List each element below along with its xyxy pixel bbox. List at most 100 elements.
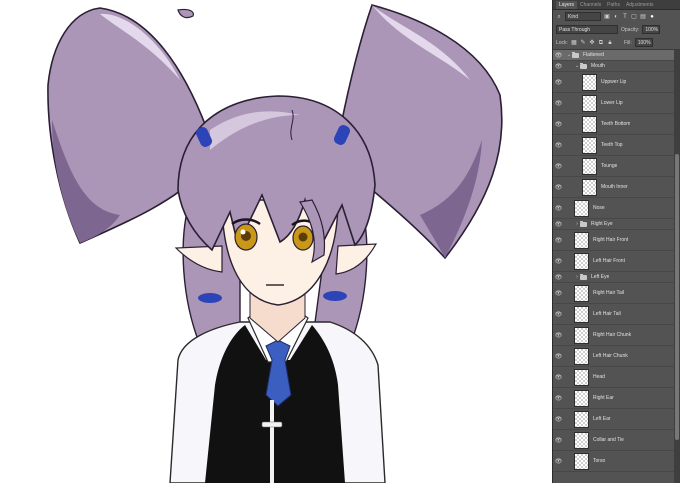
layer-thumbnail[interactable] <box>574 410 589 428</box>
layer-name[interactable]: Mouth <box>591 63 605 69</box>
shape-filter-icon[interactable]: ▢ <box>631 14 637 20</box>
eye-icon[interactable]: 👁︎ <box>553 205 564 212</box>
layer-thumbnail[interactable] <box>582 178 597 196</box>
tab-paths[interactable]: Paths <box>604 1 623 9</box>
layer-row[interactable]: 👁︎ Right Hair Chunk <box>553 325 674 346</box>
layer-group-row[interactable]: 👁︎ ⌄ Mouth <box>553 61 674 72</box>
layer-thumbnail[interactable] <box>574 431 589 449</box>
eye-icon[interactable]: 👁︎ <box>553 79 564 86</box>
layer-row[interactable]: 👁︎ Teeth Bottom <box>553 114 674 135</box>
eye-icon[interactable]: 👁︎ <box>553 395 564 402</box>
layer-row[interactable]: 👁︎ Left Ear <box>553 409 674 430</box>
layer-name[interactable]: Mouth Inner <box>601 184 628 190</box>
layer-row[interactable]: 👁︎ Right Hair Tail <box>553 283 674 304</box>
layer-row[interactable]: 👁︎ Mouth Inner <box>553 177 674 198</box>
layer-row[interactable]: 👁︎ Head <box>553 367 674 388</box>
layer-row[interactable]: 👁︎ Tounge <box>553 156 674 177</box>
layer-name[interactable]: Left Hair Front <box>593 258 625 264</box>
eye-icon[interactable]: 👁︎ <box>553 184 564 191</box>
layer-name[interactable]: Left Ear <box>593 416 611 422</box>
layer-thumbnail[interactable] <box>582 136 597 154</box>
layer-group-row[interactable]: 👁︎ › Right Eye <box>553 219 674 230</box>
eye-icon[interactable]: 👁︎ <box>553 100 564 107</box>
eye-icon[interactable]: 👁︎ <box>553 221 564 228</box>
layer-thumbnail[interactable] <box>574 284 589 302</box>
eye-icon[interactable]: 👁︎ <box>553 63 564 70</box>
layer-name[interactable]: Right Eye <box>591 221 613 227</box>
layer-name[interactable]: Left Hair Chunk <box>593 353 628 359</box>
opacity-input[interactable]: 100% <box>642 25 661 34</box>
layer-thumbnail[interactable] <box>574 305 589 323</box>
eye-icon[interactable]: 👁︎ <box>553 163 564 170</box>
layer-name[interactable]: Tounge <box>601 163 617 169</box>
layer-thumbnail[interactable] <box>574 199 589 217</box>
layer-row[interactable]: 👁︎ Right Ear <box>553 388 674 409</box>
layer-name[interactable]: Right Hair Front <box>593 237 628 243</box>
layer-thumbnail[interactable] <box>582 115 597 133</box>
layer-row[interactable]: 👁︎ Left Hair Front <box>553 251 674 272</box>
eye-icon[interactable]: 👁︎ <box>553 258 564 265</box>
layer-thumbnail[interactable] <box>574 326 589 344</box>
layer-row[interactable]: 👁︎ Collar and Tie <box>553 430 674 451</box>
layer-name[interactable]: Teeth Top <box>601 142 623 148</box>
smart-object-filter-icon[interactable]: ▤ <box>640 14 646 20</box>
layer-name[interactable]: Left Hair Tail <box>593 311 621 317</box>
layer-group-row[interactable]: 👁︎ › Left Eye <box>553 272 674 283</box>
layer-name[interactable]: Torso <box>593 458 605 464</box>
eye-icon[interactable]: 👁︎ <box>553 353 564 360</box>
filter-toggle-icon[interactable]: ● <box>649 14 655 20</box>
layer-thumbnail[interactable] <box>574 452 589 470</box>
eye-icon[interactable]: 👁︎ <box>553 437 564 444</box>
blend-mode-select[interactable]: Pass Through <box>556 25 618 34</box>
artboard-lock-icon[interactable]: ⧉ <box>598 40 604 46</box>
kind-filter-select[interactable]: Kind <box>565 12 601 21</box>
layer-thumbnail[interactable] <box>574 252 589 270</box>
eye-icon[interactable]: 👁︎ <box>553 290 564 297</box>
layer-thumbnail[interactable] <box>574 389 589 407</box>
layer-group-row[interactable]: 👁︎ ⌄ Flattened <box>553 50 674 61</box>
tab-adjustments[interactable]: Adjustments <box>623 1 657 9</box>
layer-name[interactable]: Right Hair Chunk <box>593 332 631 338</box>
eye-icon[interactable]: 👁︎ <box>553 121 564 128</box>
adjustment-filter-icon[interactable]: ◐ <box>613 14 619 20</box>
eye-icon[interactable]: 👁︎ <box>553 332 564 339</box>
tab-channels[interactable]: Channels <box>577 1 604 9</box>
eye-icon[interactable]: 👁︎ <box>553 237 564 244</box>
layer-thumbnail[interactable] <box>574 231 589 249</box>
layer-thumbnail[interactable] <box>582 73 597 91</box>
layer-name[interactable]: Collar and Tie <box>593 437 624 443</box>
layer-thumbnail[interactable] <box>582 94 597 112</box>
layer-row[interactable]: 👁︎ Torso <box>553 451 674 472</box>
layer-name[interactable]: Teeth Bottom <box>601 121 630 127</box>
layer-name[interactable]: Right Hair Tail <box>593 290 624 296</box>
layer-thumbnail[interactable] <box>574 347 589 365</box>
tab-layers[interactable]: Layers <box>556 1 578 9</box>
eye-icon[interactable]: 👁︎ <box>553 374 564 381</box>
eye-icon[interactable]: 👁︎ <box>553 458 564 465</box>
layer-row[interactable]: 👁︎ Teeth Top <box>553 135 674 156</box>
type-filter-icon[interactable]: T <box>622 14 628 20</box>
layer-name[interactable]: Flattened <box>583 52 604 58</box>
layer-name[interactable]: Nose <box>593 205 605 211</box>
lock-image-icon[interactable]: ✎ <box>580 40 586 46</box>
eye-icon[interactable]: 👁︎ <box>553 416 564 423</box>
layer-row[interactable]: 👁︎ Nose <box>553 198 674 219</box>
layer-row[interactable]: 👁︎ Uppwer Lip <box>553 72 674 93</box>
layer-name[interactable]: Left Eye <box>591 274 609 280</box>
eye-icon[interactable]: 👁︎ <box>553 142 564 149</box>
layer-name[interactable]: Uppwer Lip <box>601 79 626 85</box>
layer-row[interactable]: 👁︎ Lower Lip <box>553 93 674 114</box>
layer-name[interactable]: Head <box>593 374 605 380</box>
eye-icon[interactable]: 👁︎ <box>553 311 564 318</box>
layer-name[interactable]: Lower Lip <box>601 100 623 106</box>
layer-row[interactable]: 👁︎ Left Hair Chunk <box>553 346 674 367</box>
lock-transparent-icon[interactable]: ▦ <box>571 40 577 46</box>
fill-input[interactable]: 100% <box>634 38 653 47</box>
eye-icon[interactable]: 👁︎ <box>553 52 564 59</box>
layer-thumbnail[interactable] <box>574 368 589 386</box>
pixel-filter-icon[interactable]: ▣ <box>604 14 610 20</box>
layer-row[interactable]: 👁︎ Left Hair Tail <box>553 304 674 325</box>
layer-row[interactable]: 👁︎ Right Hair Front <box>553 230 674 251</box>
lock-all-icon[interactable]: 🔒︎ <box>607 40 613 46</box>
layer-list-scrollbar[interactable] <box>674 50 680 483</box>
